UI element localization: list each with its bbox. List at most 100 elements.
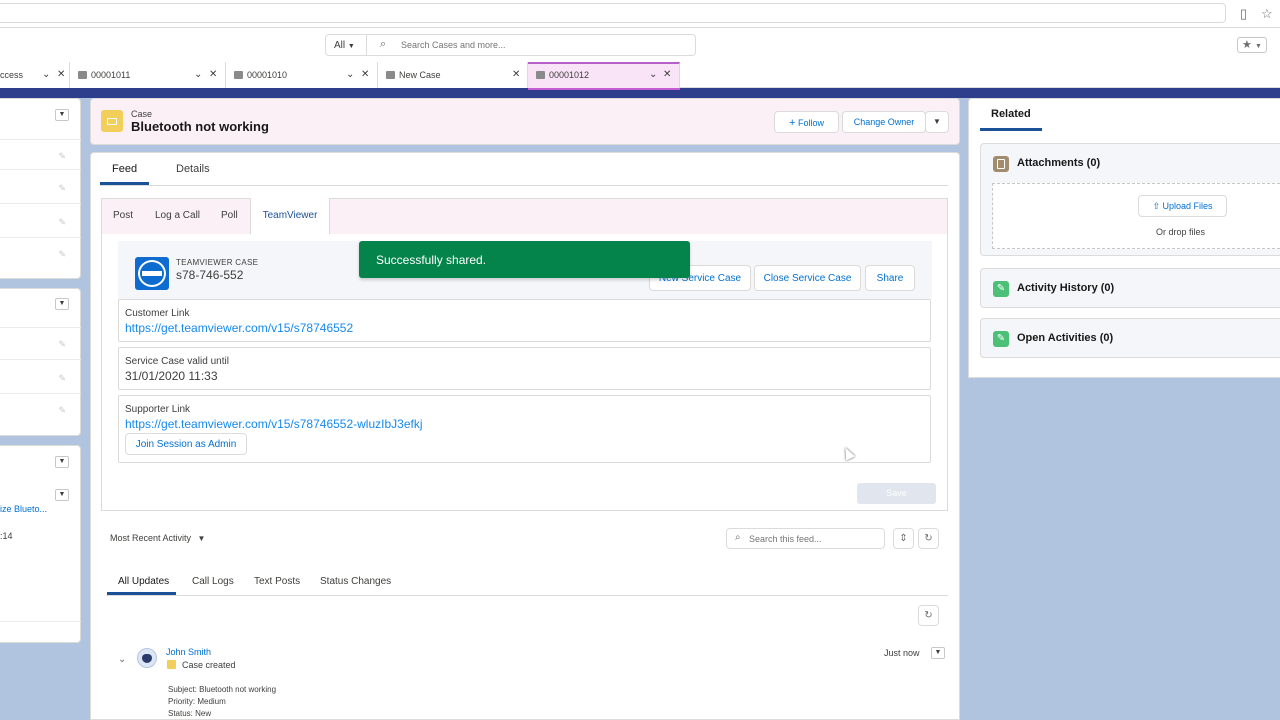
post-detail-line: Subject: Bluetooth not working — [168, 685, 277, 694]
edit-icon[interactable]: ✎ — [58, 339, 66, 350]
close-icon[interactable]: ✕ — [512, 69, 520, 80]
search-icon: ⌕ — [380, 38, 387, 50]
workspace-tab[interactable]: 00001010 ⌄ ✕ — [226, 62, 378, 88]
customer-link[interactable]: https://get.teamviewer.com/v15/s78746552 — [125, 321, 353, 335]
close-icon[interactable]: ✕ — [663, 69, 671, 80]
chevron-down-icon[interactable]: ⌄ — [118, 654, 126, 665]
join-session-button[interactable]: Join Session as Admin — [125, 433, 247, 455]
chevron-down-icon[interactable]: ⌄ — [346, 69, 354, 80]
post-detail-line: Priority: Medium — [168, 697, 226, 706]
favorites-button[interactable]: ★ ▼ — [1237, 37, 1267, 53]
case-icon — [386, 71, 395, 79]
field-label: Customer Link — [125, 308, 190, 319]
open-activities-card: ✎ Open Activities (0) — [980, 318, 1280, 358]
edit-icon[interactable]: ✎ — [58, 405, 66, 416]
chevron-down-icon: ▼ — [1254, 43, 1262, 50]
left-related-card: ▼ ▼ ize Blueto... :14 — [0, 445, 81, 643]
valid-until-field: Service Case valid until 31/01/2020 11:3… — [118, 347, 931, 390]
workspace-tab[interactable]: ccess ⌄ ✕ — [0, 62, 70, 88]
active-tab-indicator — [100, 182, 149, 185]
workspace-banner — [0, 88, 1280, 98]
follow-button[interactable]: + Follow — [774, 111, 839, 133]
record-type-label: Case — [131, 109, 153, 119]
feed-search[interactable]: ⌕ — [726, 528, 885, 549]
close-icon[interactable]: ✕ — [57, 69, 65, 80]
active-tab-indicator — [980, 128, 1042, 131]
collapse-all-icon[interactable]: ⇕ — [893, 528, 914, 549]
publisher-tab-teamviewer[interactable]: TeamViewer — [250, 198, 330, 235]
edit-icon[interactable]: ✎ — [58, 217, 66, 228]
chevron-down-icon[interactable]: ▼ — [55, 456, 69, 468]
upload-files-button[interactable]: ⇧ Upload Files — [1138, 195, 1227, 217]
case-icon — [536, 71, 545, 79]
bookmark-star-icon[interactable]: ☆ — [1261, 6, 1273, 22]
teamviewer-logo-icon — [135, 257, 169, 290]
global-search-input[interactable] — [401, 40, 681, 50]
tab-related[interactable]: Related — [991, 108, 1031, 120]
feed-filter-all-updates[interactable]: All Updates — [118, 576, 169, 587]
post-detail-line: Status: New — [168, 709, 212, 718]
search-scope-select[interactable]: All ▼ — [325, 34, 367, 56]
save-button[interactable]: Save — [857, 483, 936, 504]
publisher-tab-log-call[interactable]: Log a Call — [155, 210, 200, 221]
file-drop-zone[interactable] — [992, 183, 1280, 249]
change-owner-button[interactable]: Change Owner — [842, 111, 926, 133]
supporter-link[interactable]: https://get.teamviewer.com/v15/s78746552… — [125, 417, 423, 431]
workspace-tab-active[interactable]: 00001012 ⌄ ✕ — [528, 62, 680, 88]
refresh-icon[interactable]: ↻ — [918, 605, 939, 626]
chevron-down-icon[interactable]: ⌄ — [649, 69, 657, 80]
edit-icon[interactable]: ✎ — [58, 151, 66, 162]
close-service-case-button[interactable]: Close Service Case — [754, 265, 861, 291]
edit-icon[interactable]: ✎ — [58, 183, 66, 194]
global-search[interactable]: ⌕ — [366, 34, 696, 56]
reader-icon[interactable]: ▯ — [1240, 6, 1247, 22]
left-record-card: ▼ ✎ ✎ ✎ — [0, 288, 81, 436]
success-toast: Successfully shared. — [359, 241, 690, 278]
chevron-down-icon[interactable]: ▼ — [55, 489, 69, 501]
edit-icon[interactable]: ✎ — [58, 249, 66, 260]
case-icon — [78, 71, 87, 79]
drop-files-text: Or drop files — [1156, 227, 1206, 237]
post-action-text: Case created — [182, 660, 236, 670]
related-record-link[interactable]: ize Blueto... — [0, 504, 47, 514]
feed-filter-text-posts[interactable]: Text Posts — [254, 576, 300, 587]
teamviewer-case-id: s78-746-552 — [176, 268, 244, 282]
activity-history-card: ✎ Activity History (0) — [980, 268, 1280, 308]
chevron-down-icon[interactable]: ▼ — [55, 298, 69, 310]
more-actions-button[interactable]: ▼ — [925, 111, 949, 133]
feed-search-input[interactable] — [749, 534, 879, 544]
activity-history-title[interactable]: Activity History (0) — [1017, 282, 1114, 294]
customer-link-field: Customer Link https://get.teamviewer.com… — [118, 299, 931, 342]
publisher-tab-post[interactable]: Post — [113, 210, 133, 221]
refresh-icon[interactable]: ↻ — [918, 528, 939, 549]
active-tab-indicator — [107, 592, 176, 595]
avatar[interactable] — [137, 648, 157, 668]
tab-details[interactable]: Details — [176, 163, 210, 175]
chevron-down-icon[interactable]: ⌄ — [194, 69, 202, 80]
edit-icon[interactable]: ✎ — [58, 373, 66, 384]
chevron-down-icon[interactable]: ⌄ — [42, 69, 50, 80]
tab-feed[interactable]: Feed — [112, 163, 137, 175]
workspace-tab[interactable]: New Case ✕ — [378, 62, 528, 88]
post-author-link[interactable]: John Smith — [166, 647, 211, 657]
wrench-icon: ✎ — [993, 331, 1009, 347]
open-activities-title[interactable]: Open Activities (0) — [1017, 332, 1113, 344]
feed-sort-select[interactable]: Most Recent Activity ▼ — [110, 533, 205, 543]
attachments-title[interactable]: Attachments (0) — [1017, 157, 1100, 169]
workspace-tab[interactable]: 00001011 ⌄ ✕ — [70, 62, 226, 88]
case-icon — [234, 71, 243, 79]
close-icon[interactable]: ✕ — [209, 69, 217, 80]
share-button[interactable]: Share — [865, 265, 915, 291]
related-record-time: :14 — [0, 531, 13, 541]
publisher-tab-poll[interactable]: Poll — [221, 210, 238, 221]
attachments-icon — [993, 156, 1009, 172]
caret-down-icon: ▼ — [197, 534, 206, 543]
supporter-link-field: Supporter Link https://get.teamviewer.co… — [118, 395, 931, 463]
chevron-down-icon[interactable]: ▼ — [55, 109, 69, 121]
browser-address-bar[interactable] — [0, 3, 1226, 23]
close-icon[interactable]: ✕ — [361, 69, 369, 80]
post-menu-chevron-icon[interactable]: ▼ — [931, 647, 945, 659]
feed-filter-call-logs[interactable]: Call Logs — [192, 576, 234, 587]
feed-filter-status-changes[interactable]: Status Changes — [320, 576, 391, 587]
search-icon: ⌕ — [735, 532, 741, 543]
